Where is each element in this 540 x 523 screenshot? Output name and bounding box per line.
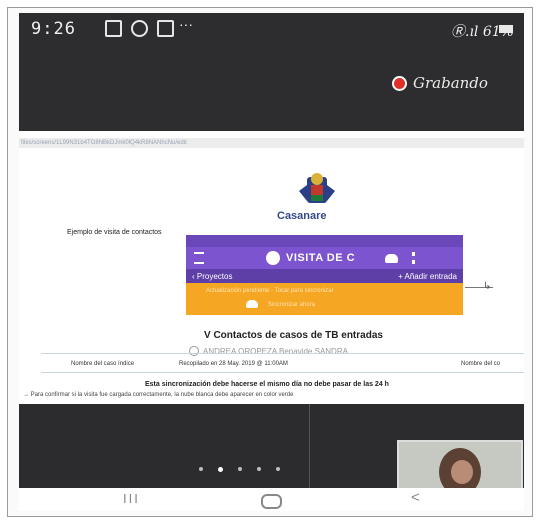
video-divider — [309, 404, 310, 488]
app-nav-add-entry: + Añadir entrada — [398, 271, 457, 281]
document-subtitle: Ejemplo de visita de contactos — [67, 229, 162, 236]
status-time: 9:26 — [31, 19, 76, 39]
sync-banner-line2: Sincronizar ahora — [268, 302, 316, 308]
section-title: V Contactos de casos de TB entradas — [204, 330, 383, 341]
recording-indicator: Grabando — [392, 74, 488, 92]
self-video-thumbnail[interactable] — [397, 440, 523, 490]
cloud-icon — [385, 253, 399, 263]
battery-icon — [499, 25, 513, 33]
table-cell-case: Nombre del caso índice — [71, 361, 135, 367]
notification-icons — [105, 20, 174, 37]
video-top-area: 9:26 ··· Ⓡ.ıl 61% Grabando — [19, 13, 524, 131]
embedded-app-screenshot: VISITA DE C ‹ Proyectos + Añadir entrada… — [186, 235, 463, 329]
sync-note-bold: Esta sincronización debe hacerse el mism… — [145, 381, 389, 388]
home-button[interactable] — [261, 494, 282, 509]
logo-text: Casanare — [277, 210, 327, 222]
more-vert-icon — [412, 252, 418, 264]
app-logo-icon — [266, 251, 280, 265]
table-cell-collected: Recopilado en 28 May. 2019 @ 11:00AM — [179, 361, 288, 367]
menu-icon — [194, 252, 204, 264]
back-button[interactable]: < — [411, 489, 420, 506]
sync-note-text: → Para confirmar si la visita fue cargad… — [23, 392, 294, 398]
app-status-bar — [186, 235, 463, 247]
recents-button[interactable]: III — [123, 491, 140, 506]
page-dot[interactable] — [238, 467, 242, 471]
recording-label: Grabando — [413, 74, 488, 92]
page-dot[interactable] — [276, 467, 280, 471]
status-bar: 9:26 ··· Ⓡ.ıl 61% — [19, 13, 524, 43]
app-title: VISITA DE C — [286, 252, 356, 264]
phone-screen: 9:26 ··· Ⓡ.ıl 61% Grabando files/screens… — [19, 13, 524, 511]
page-indicator[interactable] — [199, 467, 280, 472]
android-nav-bar: III < — [19, 488, 524, 511]
sync-cloud-icon — [246, 300, 258, 308]
sync-banner-line1: Actualización pendiente · Tocar para sin… — [206, 288, 334, 294]
annotation-arrow-icon: ↳ — [483, 281, 492, 292]
table-row: Nombre del caso índice Recopilado en 28 … — [41, 353, 524, 373]
table-cell-name: Nombre del co — [461, 361, 501, 367]
record-dot-icon — [392, 75, 407, 91]
app-nav-projects: ‹ Proyectos — [192, 271, 233, 281]
app-sync-banner: Actualización pendiente · Tocar para sin… — [186, 283, 463, 315]
more-notifications-icon: ··· — [179, 16, 193, 32]
participant-face — [451, 460, 473, 484]
app-titlebar: VISITA DE C — [186, 247, 463, 269]
document-url[interactable]: files/screens/1L99N31b4TG8NBkDJmk0lQ4kR8… — [21, 140, 187, 146]
gallery-icon — [105, 20, 122, 37]
facebook-icon — [157, 20, 174, 37]
chrome-icon — [131, 20, 148, 37]
app-nav-bar: ‹ Proyectos + Añadir entrada — [186, 269, 463, 283]
page-dot[interactable] — [199, 467, 203, 471]
page-dot-active[interactable] — [218, 467, 223, 472]
page-dot[interactable] — [257, 467, 261, 471]
